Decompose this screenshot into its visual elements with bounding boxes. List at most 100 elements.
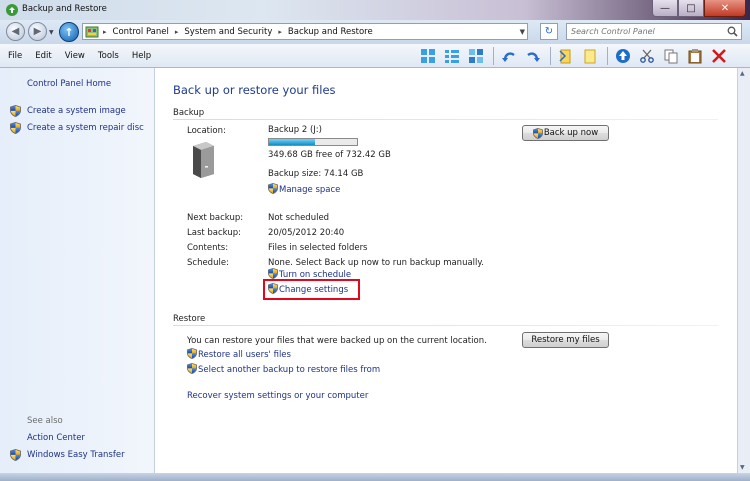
delete-icon	[712, 49, 726, 63]
view-large-icons-icon	[421, 49, 435, 63]
disk-usage-bar	[268, 138, 358, 146]
left-task-pane: Control Panel Home Create a system image…	[0, 68, 154, 473]
see-also-heading: See also	[27, 416, 63, 426]
view-tiles-button[interactable]	[465, 46, 487, 66]
address-row: ◀ ▶ ▼ ↑ ▸ Control Panel ▸ System and Sec…	[0, 20, 750, 44]
scroll-down-icon[interactable]: ▼	[740, 464, 745, 471]
manage-space-link[interactable]: Manage space	[268, 183, 340, 195]
disk-usage-fill	[269, 139, 316, 145]
restore-my-files-label: Restore my files	[531, 335, 600, 345]
restore-all-users-link[interactable]: Restore all users' files	[187, 348, 291, 360]
action-center-link[interactable]: Action Center	[27, 433, 85, 443]
contents-label: Contents:	[187, 243, 229, 253]
view-tiles-icon	[469, 49, 483, 63]
menu-help[interactable]: Help	[132, 51, 151, 61]
view-details-icon	[445, 50, 459, 63]
schedule-label: Schedule:	[187, 258, 229, 268]
address-bar[interactable]: ▸ Control Panel ▸ System and Security ▸ …	[82, 23, 528, 40]
windows-easy-transfer-link[interactable]: Windows Easy Transfer	[27, 450, 125, 460]
select-another-backup-label: Select another backup to restore files f…	[198, 365, 381, 375]
backup-size-text: Backup size: 74.14 GB	[268, 169, 364, 179]
delete-button[interactable]	[708, 46, 730, 66]
favorites-button[interactable]	[555, 46, 577, 66]
refresh-icon: ↻	[544, 26, 554, 37]
vertical-scrollbar[interactable]: ▲ ▼	[737, 68, 750, 473]
next-backup-value: Not scheduled	[268, 213, 330, 223]
address-history-dropdown-icon[interactable]: ▼	[520, 28, 525, 36]
uac-shield-icon	[187, 348, 197, 359]
recover-system-settings-link[interactable]: Recover system settings or your computer	[187, 391, 368, 401]
scroll-up-icon[interactable]: ▲	[740, 70, 745, 77]
refresh-button[interactable]: ↻	[540, 23, 558, 40]
cut-button[interactable]	[636, 46, 658, 66]
restore-my-files-button[interactable]: Restore my files	[522, 332, 609, 348]
main-content: Back up or restore your files Backup Loc…	[154, 68, 737, 473]
backup-restore-app-icon	[6, 4, 18, 16]
backup-section-heading: Backup	[173, 108, 205, 118]
view-details-button[interactable]	[441, 46, 463, 66]
back-up-now-label: Back up now	[543, 128, 599, 138]
search-input[interactable]	[571, 25, 721, 38]
title-bar[interactable]: Backup and Restore — □ ✕	[0, 0, 750, 20]
breadcrumb-chevron-icon[interactable]: ▸	[278, 28, 282, 36]
restore-description: You can restore your files that were bac…	[187, 336, 487, 346]
backup-restore-window: Backup and Restore — □ ✕ ◀ ▶ ▼ ↑ ▸ Contr…	[0, 0, 750, 481]
external-drive-icon	[193, 142, 214, 178]
up-level-button[interactable]: ↑	[59, 22, 79, 42]
toolbar-separator	[493, 47, 494, 65]
back-button[interactable]: ◀	[6, 22, 25, 41]
minimize-icon: —	[660, 2, 670, 14]
close-icon: ✕	[720, 2, 730, 14]
paste-button[interactable]	[684, 46, 706, 66]
toolbar-separator	[607, 47, 608, 65]
redo-button[interactable]	[522, 46, 544, 66]
minimize-button[interactable]: —	[652, 0, 678, 17]
contents-value: Files in selected folders	[268, 243, 368, 253]
favorites-icon	[559, 49, 571, 64]
cut-icon	[640, 49, 654, 63]
last-backup-label: Last backup:	[187, 228, 241, 238]
window-title: Backup and Restore	[22, 4, 107, 14]
maximize-button[interactable]: □	[678, 0, 704, 17]
search-box[interactable]	[566, 23, 742, 40]
free-space-text: 349.68 GB free of 732.42 GB	[268, 150, 391, 160]
up-button[interactable]	[612, 46, 634, 66]
control-panel-icon	[85, 26, 99, 37]
next-backup-label: Next backup:	[187, 213, 244, 223]
breadcrumb-control-panel[interactable]: Control Panel	[113, 27, 169, 37]
uac-shield-icon	[268, 268, 278, 279]
create-system-image-link[interactable]: Create a system image	[27, 106, 126, 116]
menu-view[interactable]: View	[65, 51, 85, 61]
uac-shield-icon	[533, 128, 543, 139]
recent-pages-dropdown[interactable]: ▼	[49, 29, 54, 36]
breadcrumb-system-security[interactable]: System and Security	[184, 27, 272, 37]
select-another-backup-link[interactable]: Select another backup to restore files f…	[187, 363, 380, 375]
undo-icon	[502, 52, 515, 62]
toolbar-separator	[550, 47, 551, 65]
schedule-value: None. Select Back up now to run backup m…	[268, 258, 484, 268]
uac-shield-icon	[268, 183, 278, 194]
control-panel-home-link[interactable]: Control Panel Home	[27, 79, 111, 89]
view-large-icons-button[interactable]	[417, 46, 439, 66]
search-icon[interactable]	[727, 26, 738, 37]
back-up-now-button[interactable]: Back up now	[522, 125, 609, 141]
window-bottom-border	[0, 473, 750, 481]
menu-edit[interactable]: Edit	[35, 51, 51, 61]
folder-button[interactable]	[579, 46, 601, 66]
paste-icon	[688, 49, 702, 64]
breadcrumb-backup-restore[interactable]: Backup and Restore	[288, 27, 373, 37]
menu-file[interactable]: File	[8, 51, 22, 61]
undo-button[interactable]	[498, 46, 520, 66]
forward-button[interactable]: ▶	[28, 22, 47, 41]
highlight-box	[263, 279, 360, 300]
breadcrumb-chevron-icon[interactable]: ▸	[175, 28, 179, 36]
breadcrumb-root-chevron-icon[interactable]: ▸	[103, 28, 107, 36]
copy-button[interactable]	[660, 46, 682, 66]
create-repair-disc-link[interactable]: Create a system repair disc	[27, 123, 144, 133]
restore-all-users-label: Restore all users' files	[198, 350, 291, 360]
forward-arrow-icon: ▶	[33, 26, 42, 37]
menu-tools[interactable]: Tools	[98, 51, 119, 61]
manage-space-label: Manage space	[279, 185, 341, 195]
maximize-icon: □	[686, 2, 696, 14]
close-button[interactable]: ✕	[704, 0, 746, 17]
